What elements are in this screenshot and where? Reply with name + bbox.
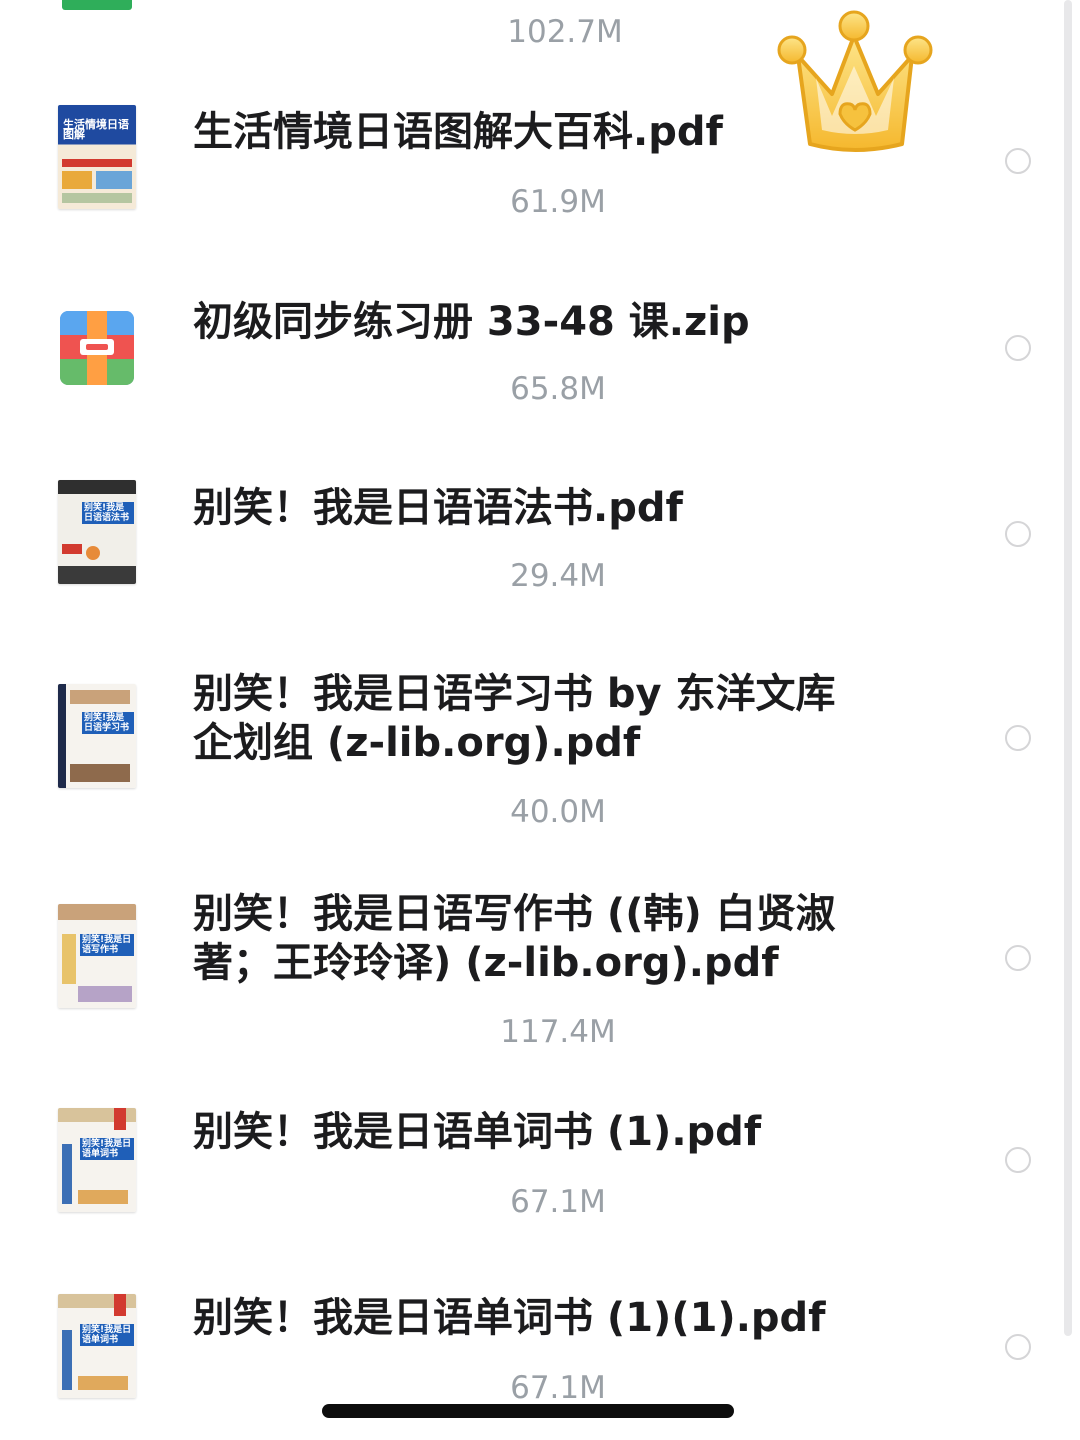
file-name: 别笑！我是日语语法书.pdf	[193, 485, 683, 531]
scrollbar[interactable]	[1064, 0, 1072, 1336]
cover-title: 别笑!我是日语单词书	[80, 1324, 134, 1346]
file-name: 初级同步练习册 33-48 课.zip	[193, 299, 750, 345]
cover-title: 别笑!我是日语写作书	[80, 934, 134, 956]
cover-title: 生活情境日语图解	[61, 119, 136, 141]
cover-title: 别笑!我是日语语法书	[82, 502, 134, 524]
file-size: 67.1M	[510, 1370, 606, 1406]
file-size: 65.8M	[510, 371, 606, 407]
select-radio[interactable]	[1005, 335, 1031, 361]
home-indicator[interactable]	[322, 1404, 734, 1418]
select-radio[interactable]	[1005, 521, 1031, 547]
cover-title: 别笑!我是日语单词书	[80, 1138, 134, 1160]
book-cover-icon: 别笑!我是日语写作书	[58, 904, 136, 1008]
book-cover-icon: 别笑!我是日语单词书	[58, 1108, 136, 1212]
select-radio[interactable]	[1005, 725, 1031, 751]
book-cover-icon: 生活情境日语图解	[58, 105, 136, 209]
file-name: 别笑！我是日语单词书 (1).pdf	[193, 1109, 762, 1155]
select-radio[interactable]	[1005, 1147, 1031, 1173]
file-list-screen: 102.7M 生活情境日语图解 生活情境日语图解大百科.pdf 61.9M 初级…	[0, 0, 1080, 1440]
file-name: 别笑！我是日语写作书 ((韩) 白贤淑著；王玲玲译) (z-lib.org).p…	[193, 891, 836, 986]
file-size: 67.1M	[510, 1184, 606, 1220]
file-name: 别笑！我是日语学习书 by 东洋文库企划组 (z-lib.org).pdf	[193, 671, 836, 766]
book-cover-icon: 别笑!我是日语语法书	[58, 480, 136, 584]
cover-title: 别笑!我是日语学习书	[82, 712, 134, 734]
file-name: 别笑！我是日语单词书 (1)(1).pdf	[193, 1295, 826, 1341]
file-name: 生活情境日语图解大百科.pdf	[193, 109, 723, 155]
file-thumbnail-partial[interactable]	[62, 0, 132, 10]
file-size: 29.4M	[510, 558, 606, 594]
zip-archive-icon	[60, 311, 134, 385]
select-radio[interactable]	[1005, 148, 1031, 174]
file-size: 61.9M	[510, 184, 606, 220]
select-radio[interactable]	[1005, 945, 1031, 971]
file-size: 40.0M	[510, 794, 606, 830]
book-cover-icon: 别笑!我是日语单词书	[58, 1294, 136, 1398]
file-size: 117.4M	[500, 1014, 616, 1050]
book-cover-icon: 别笑!我是日语学习书	[58, 684, 136, 788]
select-radio[interactable]	[1005, 1334, 1031, 1360]
